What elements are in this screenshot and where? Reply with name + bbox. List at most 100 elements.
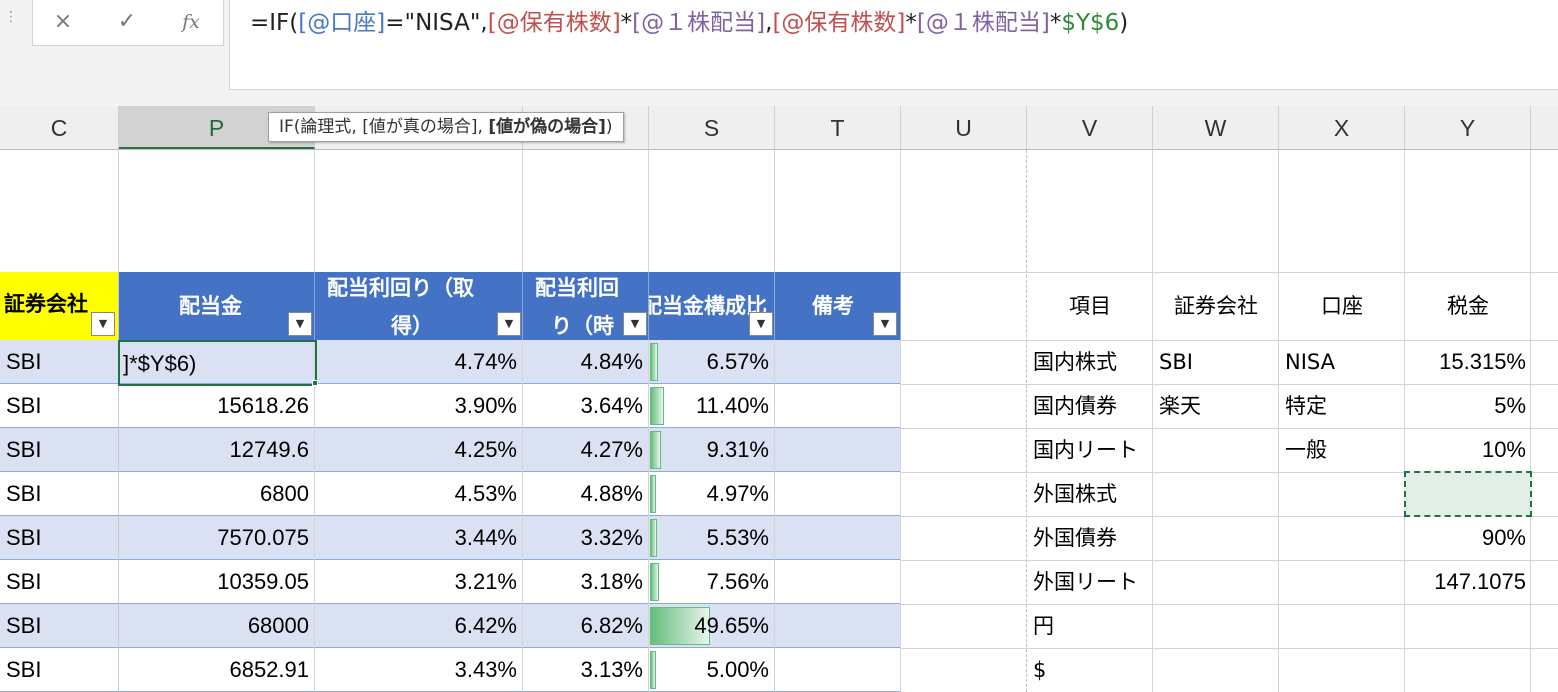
share-value: 11.40%	[696, 393, 769, 418]
table-cell-q[interactable]: 4.25%	[315, 428, 523, 472]
tax-cell-y[interactable]: 147.1075	[1405, 560, 1531, 604]
table-cell-c[interactable]: SBI	[0, 648, 119, 692]
table-cell-s[interactable]: 49.65%	[649, 604, 775, 648]
tax-cell-x[interactable]	[1279, 472, 1405, 516]
table-row: SBI 68000 6.42% 6.82% 49.65%	[0, 604, 901, 648]
table-cell-r[interactable]: 4.84%	[523, 340, 649, 384]
grip-icon[interactable]: ⋮	[4, 10, 18, 36]
table-cell-s[interactable]: 11.40%	[649, 384, 775, 428]
tax-cell-w[interactable]	[1153, 604, 1279, 648]
tax-header-tax[interactable]: 税金	[1405, 284, 1531, 328]
formula-input[interactable]: =IF([@口座]="NISA",[@保有株数]*[@１株配当],[@保有株数]…	[229, 0, 1558, 90]
tax-cell-x[interactable]	[1279, 604, 1405, 648]
tax-cell-w[interactable]	[1153, 560, 1279, 604]
table-cell-r[interactable]: 3.32%	[523, 516, 649, 560]
table-cell-c[interactable]: SBI	[0, 560, 119, 604]
table-cell-q[interactable]: 3.90%	[315, 384, 523, 428]
table-cell-s[interactable]: 4.97%	[649, 472, 775, 516]
table-cell-c[interactable]: SBI	[0, 604, 119, 648]
table-cell-t[interactable]	[775, 428, 901, 472]
table-cell-t[interactable]	[775, 340, 901, 384]
tax-cell-y[interactable]: 15.315%	[1405, 340, 1531, 384]
table-cell-r[interactable]: 4.27%	[523, 428, 649, 472]
table-cell-r[interactable]: 6.82%	[523, 604, 649, 648]
table-cell-t[interactable]	[775, 604, 901, 648]
table-cell-s[interactable]: 5.00%	[649, 648, 775, 692]
tax-cell-x[interactable]: 一般	[1279, 428, 1405, 472]
data-bar	[650, 343, 658, 381]
column-header-s[interactable]: S	[649, 106, 775, 149]
tax-cell-w[interactable]: SBI	[1153, 340, 1279, 384]
cancel-icon[interactable]: ×	[33, 0, 93, 46]
table-cell-c[interactable]: SBI	[0, 428, 119, 472]
table-cell-c[interactable]: SBI	[0, 384, 119, 428]
table-cell-s[interactable]: 9.31%	[649, 428, 775, 472]
tax-cell-x[interactable]	[1279, 648, 1405, 692]
filter-dropdown-icon[interactable]: ▼	[873, 312, 897, 336]
table-cell-t[interactable]	[775, 516, 901, 560]
table-cell-p[interactable]: 15618.26	[119, 384, 315, 428]
tax-cell-w[interactable]: 楽天	[1153, 384, 1279, 428]
tax-header-account[interactable]: 口座	[1279, 284, 1405, 328]
table-cell-r[interactable]: 4.88%	[523, 472, 649, 516]
filter-dropdown-icon[interactable]: ▼	[497, 312, 521, 336]
table-cell-p[interactable]: 12749.6	[119, 428, 315, 472]
table-cell-r[interactable]: 3.18%	[523, 560, 649, 604]
table-cell-p[interactable]: 6800	[119, 472, 315, 516]
tax-cell-y[interactable]: 10%	[1405, 428, 1531, 472]
table-cell-s[interactable]: 5.53%	[649, 516, 775, 560]
table-cell-t[interactable]	[775, 472, 901, 516]
tax-header-item[interactable]: 項目	[1027, 284, 1153, 328]
table-cell-c[interactable]: SBI	[0, 472, 119, 516]
table-cell-c[interactable]: SBI	[0, 340, 119, 384]
tax-cell-x[interactable]: 特定	[1279, 384, 1405, 428]
column-header-v[interactable]: V	[1027, 106, 1153, 149]
table-cell-q[interactable]: 4.74%	[315, 340, 523, 384]
tax-cell-y[interactable]	[1405, 604, 1531, 648]
table-cell-q[interactable]: 6.42%	[315, 604, 523, 648]
column-header-x[interactable]: X	[1279, 106, 1405, 149]
table-cell-q[interactable]: 3.21%	[315, 560, 523, 604]
column-header-y[interactable]: Y	[1405, 106, 1531, 149]
table-cell-r[interactable]: 3.13%	[523, 648, 649, 692]
table-cell-s[interactable]: 6.57%	[649, 340, 775, 384]
confirm-icon[interactable]: ✓	[97, 0, 157, 46]
table-cell-c[interactable]: SBI	[0, 516, 119, 560]
header-dividend: 配当金 ▼	[119, 272, 315, 340]
fx-icon[interactable]: fx	[161, 0, 221, 46]
table-cell-q[interactable]: 3.43%	[315, 648, 523, 692]
table-cell-r[interactable]: 3.64%	[523, 384, 649, 428]
share-value: 9.31%	[706, 437, 769, 462]
table-cell-t[interactable]	[775, 560, 901, 604]
table-cell-s[interactable]: 7.56%	[649, 560, 775, 604]
filter-dropdown-icon[interactable]: ▼	[623, 312, 647, 336]
tax-cell-x[interactable]	[1279, 516, 1405, 560]
filter-dropdown-icon[interactable]: ▼	[749, 312, 773, 336]
table-cell-q[interactable]: 4.53%	[315, 472, 523, 516]
table-cell-t[interactable]	[775, 648, 901, 692]
table-cell-p[interactable]: 7570.075	[119, 516, 315, 560]
tax-cell-w[interactable]	[1153, 648, 1279, 692]
tax-cell-x[interactable]: NISA	[1279, 340, 1405, 384]
tax-cell-y[interactable]: 90%	[1405, 516, 1531, 560]
filter-dropdown-icon[interactable]: ▼	[91, 312, 115, 336]
column-header-u[interactable]: U	[901, 106, 1027, 149]
tax-cell-w[interactable]	[1153, 428, 1279, 472]
tax-header-company[interactable]: 証券会社	[1153, 284, 1279, 328]
table-cell-q[interactable]: 3.44%	[315, 516, 523, 560]
table-cell-p[interactable]: 6852.91	[119, 648, 315, 692]
table-cell-p[interactable]: 10359.05	[119, 560, 315, 604]
column-header-t[interactable]: T	[775, 106, 901, 149]
tax-cell-x[interactable]	[1279, 560, 1405, 604]
tax-cell-y[interactable]: 5%	[1405, 384, 1531, 428]
tax-cell-w[interactable]	[1153, 472, 1279, 516]
tax-cell-w[interactable]	[1153, 516, 1279, 560]
column-header-c[interactable]: C	[0, 106, 119, 149]
tax-cell-y[interactable]	[1405, 648, 1531, 692]
fill-handle[interactable]	[312, 380, 318, 386]
active-cell-editor[interactable]: ]*$Y$6)	[118, 340, 317, 386]
filter-dropdown-icon[interactable]: ▼	[288, 312, 312, 336]
column-header-w[interactable]: W	[1153, 106, 1279, 149]
table-cell-p[interactable]: 68000	[119, 604, 315, 648]
table-cell-t[interactable]	[775, 384, 901, 428]
